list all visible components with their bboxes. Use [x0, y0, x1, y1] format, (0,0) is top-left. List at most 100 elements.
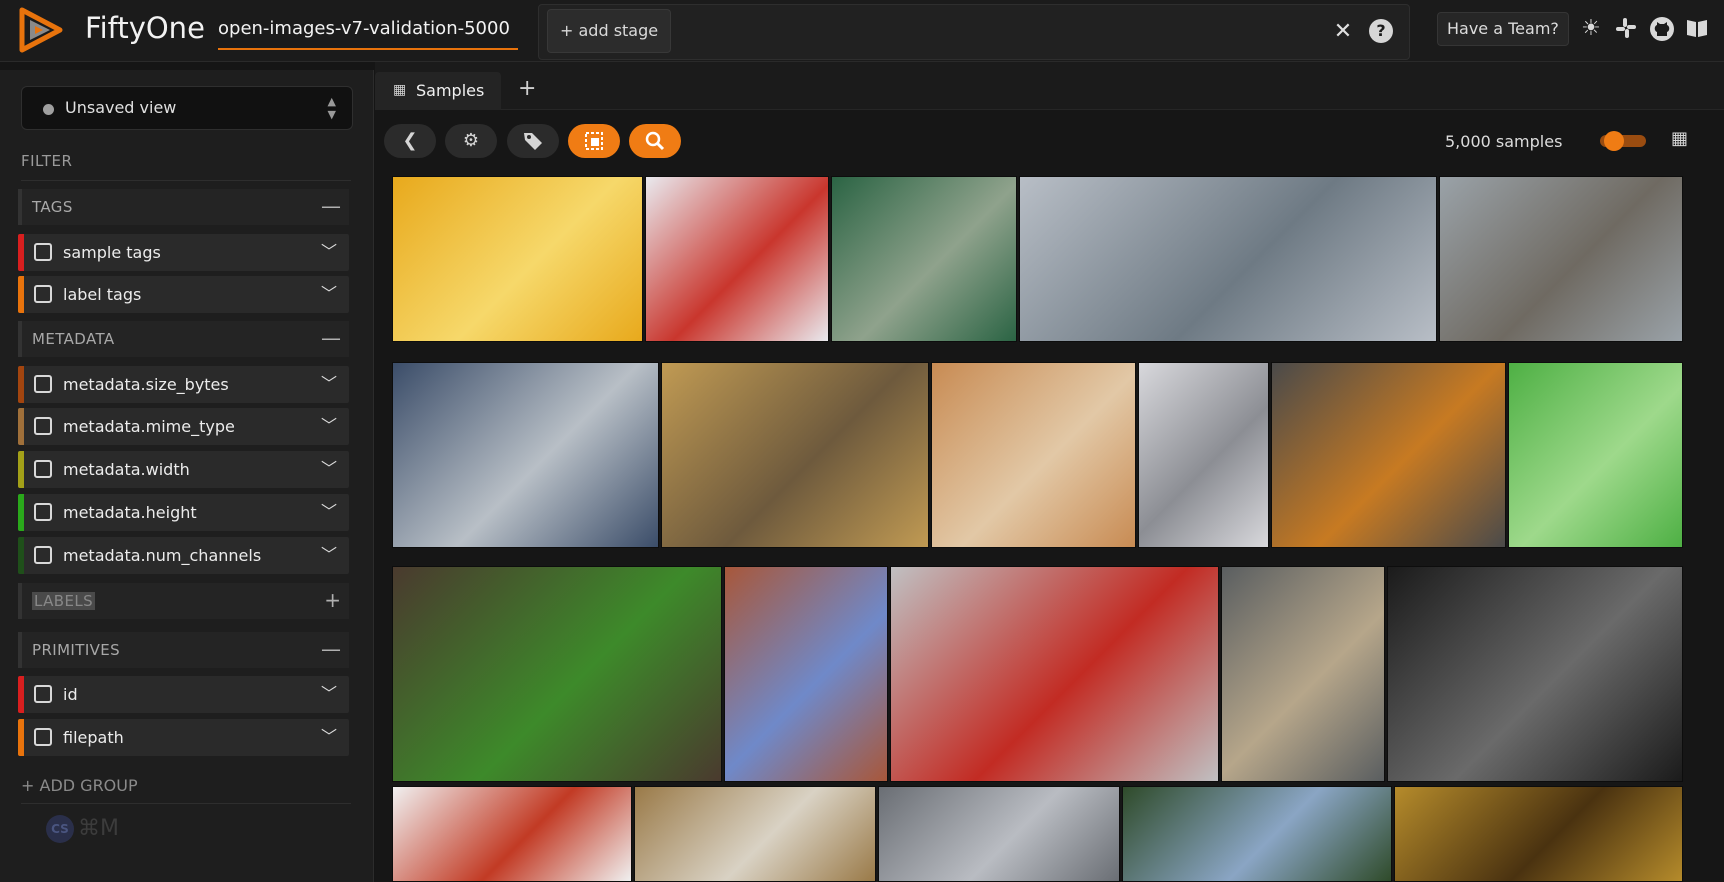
divider [21, 180, 351, 181]
group-tags[interactable]: TAGS — [18, 189, 349, 225]
patches-icon[interactable] [568, 124, 620, 158]
search-icon[interactable] [629, 124, 681, 158]
group-labels[interactable]: LABELS + [18, 583, 349, 619]
checkbox[interactable] [34, 243, 52, 261]
sun-icon[interactable]: ☀ [1578, 16, 1604, 42]
sample-tile[interactable] [1122, 786, 1392, 882]
collapse-icon[interactable]: — [321, 636, 341, 662]
sample-tile[interactable] [634, 786, 876, 882]
add-tab-icon[interactable]: + [518, 76, 536, 101]
slider-knob[interactable] [1604, 131, 1625, 151]
group-label: PRIMITIVES [32, 641, 121, 659]
collapse-icon[interactable]: — [321, 325, 341, 351]
tag-icon[interactable] [507, 124, 559, 158]
checkbox[interactable] [34, 685, 52, 703]
sidebar: Unsaved view ▲ ▼ FILTER TAGS — sample tag… [0, 70, 374, 882]
sample-tile[interactable] [1387, 566, 1683, 782]
filter-heading: FILTER [21, 152, 73, 170]
chevron-down-icon[interactable]: ﹀ [321, 373, 337, 395]
chevron-down-icon[interactable]: ﹀ [321, 241, 337, 263]
sample-tile[interactable] [661, 362, 929, 548]
add-group-button[interactable]: + ADD GROUP [21, 776, 138, 795]
field-color-bar [18, 451, 24, 488]
view-bar[interactable]: + add stage ✕ ? [538, 4, 1410, 60]
status-dot [43, 104, 54, 115]
group-primitives[interactable]: PRIMITIVES — [18, 632, 349, 668]
field-color-bar [18, 494, 24, 531]
sample-tile[interactable] [1138, 362, 1269, 548]
field-metadata-num-channels[interactable]: metadata.num_channels ﹀ [18, 537, 349, 574]
field-id[interactable]: id ﹀ [18, 676, 349, 713]
group-metadata[interactable]: METADATA — [18, 321, 349, 357]
sample-tile[interactable] [878, 786, 1120, 882]
back-button[interactable]: ❮ [384, 124, 436, 158]
field-label: metadata.width [63, 460, 190, 479]
checkbox[interactable] [34, 503, 52, 521]
shortcut-badge: CS [46, 815, 74, 843]
field-metadata-mime-type[interactable]: metadata.mime_type ﹀ [18, 408, 349, 445]
field-metadata-size-bytes[interactable]: metadata.size_bytes ﹀ [18, 366, 349, 403]
checkbox[interactable] [34, 285, 52, 303]
field-label: id [63, 685, 78, 704]
sample-tile[interactable] [831, 176, 1017, 342]
sample-tile[interactable] [645, 176, 829, 342]
field-label: metadata.height [63, 503, 197, 522]
collapse-icon[interactable]: — [321, 193, 341, 219]
field-color-bar [18, 276, 24, 313]
dataset-selector[interactable]: open-images-v7-validation-5000 [218, 18, 518, 50]
field-metadata-height[interactable]: metadata.height ﹀ [18, 494, 349, 531]
sample-tile[interactable] [931, 362, 1136, 548]
zoom-slider[interactable] [1600, 131, 1646, 151]
gear-icon[interactable]: ⚙ [445, 124, 497, 158]
sample-tile[interactable] [392, 362, 659, 548]
help-icon[interactable]: ? [1369, 19, 1393, 43]
github-icon[interactable] [1649, 16, 1675, 42]
chevron-down-icon[interactable]: ﹀ [321, 726, 337, 748]
field-label: label tags [63, 285, 142, 304]
logo-icon[interactable] [16, 4, 68, 56]
expand-icon[interactable]: + [324, 587, 341, 613]
group-label: METADATA [32, 330, 115, 348]
sample-count: 5,000 samples [1445, 132, 1563, 151]
field-label: metadata.mime_type [63, 417, 235, 436]
checkbox[interactable] [34, 546, 52, 564]
sample-tile[interactable] [890, 566, 1219, 782]
chevron-down-icon[interactable]: ﹀ [321, 501, 337, 523]
sample-tile[interactable] [1271, 362, 1506, 548]
checkbox[interactable] [34, 375, 52, 393]
view-selector-label: Unsaved view [65, 98, 177, 117]
sample-tile[interactable] [1221, 566, 1385, 782]
tab-bar: ▦ Samples + [375, 62, 1724, 110]
add-stage-button[interactable]: + add stage [547, 9, 672, 53]
sample-tile[interactable] [1439, 176, 1683, 342]
view-selector[interactable]: Unsaved view ▲ ▼ [21, 86, 353, 130]
sample-tile[interactable] [392, 566, 722, 782]
grid-icon: ▦ [393, 82, 407, 98]
chevron-down-icon[interactable]: ﹀ [321, 415, 337, 437]
checkbox[interactable] [34, 728, 52, 746]
slack-icon[interactable] [1613, 16, 1639, 42]
close-icon[interactable]: ✕ [1329, 18, 1357, 46]
field-color-bar [18, 234, 24, 271]
sample-tile[interactable] [1508, 362, 1683, 548]
sample-tile[interactable] [1019, 176, 1437, 342]
field-label-tags[interactable]: label tags ﹀ [18, 276, 349, 313]
sample-tile[interactable] [724, 566, 888, 782]
sample-tile[interactable] [392, 786, 632, 882]
field-sample-tags[interactable]: sample tags ﹀ [18, 234, 349, 271]
have-a-team-button[interactable]: Have a Team? [1437, 12, 1569, 46]
field-filepath[interactable]: filepath ﹀ [18, 719, 349, 756]
field-label: sample tags [63, 243, 161, 262]
chevron-down-icon[interactable]: ﹀ [321, 458, 337, 480]
checkbox[interactable] [34, 460, 52, 478]
checkbox[interactable] [34, 417, 52, 435]
chevron-down-icon[interactable]: ﹀ [321, 683, 337, 705]
field-metadata-width[interactable]: metadata.width ﹀ [18, 451, 349, 488]
book-icon[interactable] [1684, 16, 1710, 42]
grid-icon[interactable]: ▦ [1671, 128, 1688, 149]
sample-tile[interactable] [1394, 786, 1683, 882]
tab-samples[interactable]: ▦ Samples [375, 72, 501, 110]
chevron-down-icon[interactable]: ﹀ [321, 544, 337, 566]
sample-tile[interactable] [392, 176, 643, 342]
chevron-down-icon[interactable]: ﹀ [321, 283, 337, 305]
